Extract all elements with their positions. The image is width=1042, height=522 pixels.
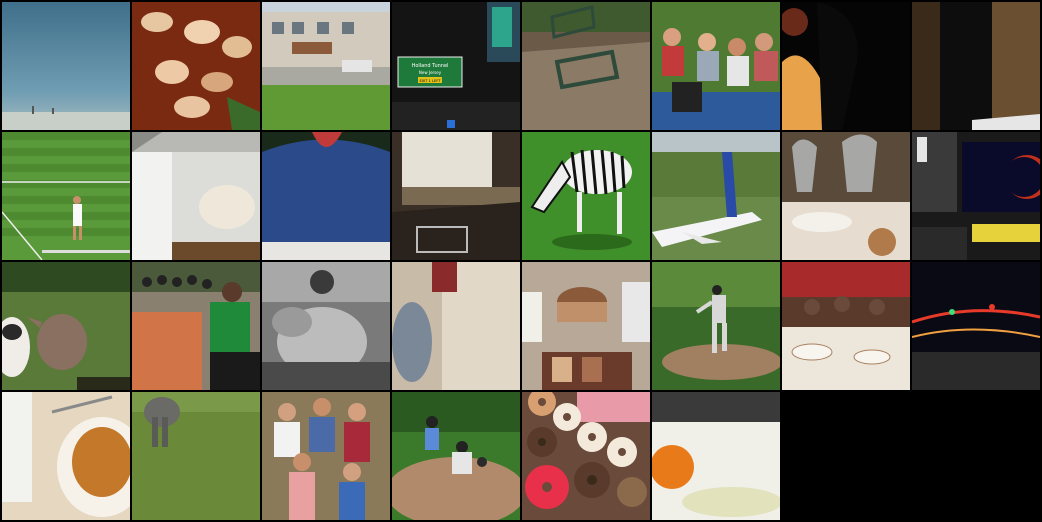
bw-sheep-photo: [262, 262, 390, 390]
tile-person-sweater: [262, 132, 390, 260]
tile-bakery: [522, 262, 650, 390]
group-people-photo: [262, 392, 390, 520]
tile-group: [262, 392, 390, 520]
stove-kitchen-photo: [392, 132, 520, 260]
tile-glasses: [782, 132, 910, 260]
street-building-photo: [262, 2, 390, 130]
bakery-display-photo: [522, 262, 650, 390]
tennis-player-photo: [2, 132, 130, 260]
baseball-catcher-photo: [392, 392, 520, 520]
tile-cows: [2, 262, 130, 390]
tile-pitcher: [652, 262, 780, 390]
sky-sea-photo: [2, 2, 130, 130]
tile-bw-sheep: [262, 262, 390, 390]
picnic-people-photo: [652, 2, 780, 130]
tile-dark-room: [912, 2, 1040, 130]
tile-catcher: [392, 392, 520, 520]
baseball-pitcher-photo: [652, 262, 780, 390]
tile-street: [262, 2, 390, 130]
night-traffic-photo: [912, 262, 1040, 390]
tile-cabinet-cat: [132, 132, 260, 260]
tile-donuts: [522, 392, 650, 520]
tile-orange: [652, 392, 780, 520]
highway-sign-photo: Holland Tunnel New Jersey EXIT 1 LEFT: [392, 2, 520, 130]
dark-room-photo: [912, 2, 1040, 130]
tile-sky-sea: [2, 2, 130, 130]
tile-stove: [392, 132, 520, 260]
tile-elephant: [132, 392, 260, 520]
tile-silhouette: [782, 2, 910, 130]
restaurant-table-photo: [782, 262, 910, 390]
tile-food: [132, 2, 260, 130]
sign-subtitle: New Jersey: [419, 70, 442, 75]
orange-fruit-photo: [652, 392, 780, 520]
tile-restaurant: [782, 262, 910, 390]
crowd-fence-photo: [132, 262, 260, 390]
tile-blurry: [392, 262, 520, 390]
sign-title: Holland Tunnel: [412, 63, 449, 69]
tile-zebra: [522, 132, 650, 260]
silhouette-photo: [782, 2, 910, 130]
tile-computer: [912, 132, 1040, 260]
zebra-photo: [522, 132, 650, 260]
cabinet-cat-photo: [132, 132, 260, 260]
tile-airplane: [652, 132, 780, 260]
tile-highway-sign: Holland Tunnel New Jersey EXIT 1 LEFT: [392, 2, 520, 130]
tile-pastry: [2, 392, 130, 520]
glasses-table-photo: [782, 132, 910, 260]
tile-crowd-fence: [132, 262, 260, 390]
pastry-plate-photo: [2, 392, 130, 520]
tile-night-traffic: [912, 262, 1040, 390]
image-grid: Holland Tunnel New Jersey EXIT 1 LEFT: [0, 0, 1042, 522]
tile-picnic: [652, 2, 780, 130]
person-sweater-photo: [262, 132, 390, 260]
elephant-field-photo: [132, 392, 260, 520]
tile-tennis: [2, 132, 130, 260]
computer-desk-photo: [912, 132, 1040, 260]
cows-photo: [2, 262, 130, 390]
park-bench-photo: [522, 2, 650, 130]
tile-park-bench: [522, 2, 650, 130]
food-photo: [132, 2, 260, 130]
sign-exit: EXIT 1 LEFT: [419, 79, 441, 83]
donuts-photo: [522, 392, 650, 520]
airplane-photo: [652, 132, 780, 260]
blurry-bottle-photo: [392, 262, 520, 390]
